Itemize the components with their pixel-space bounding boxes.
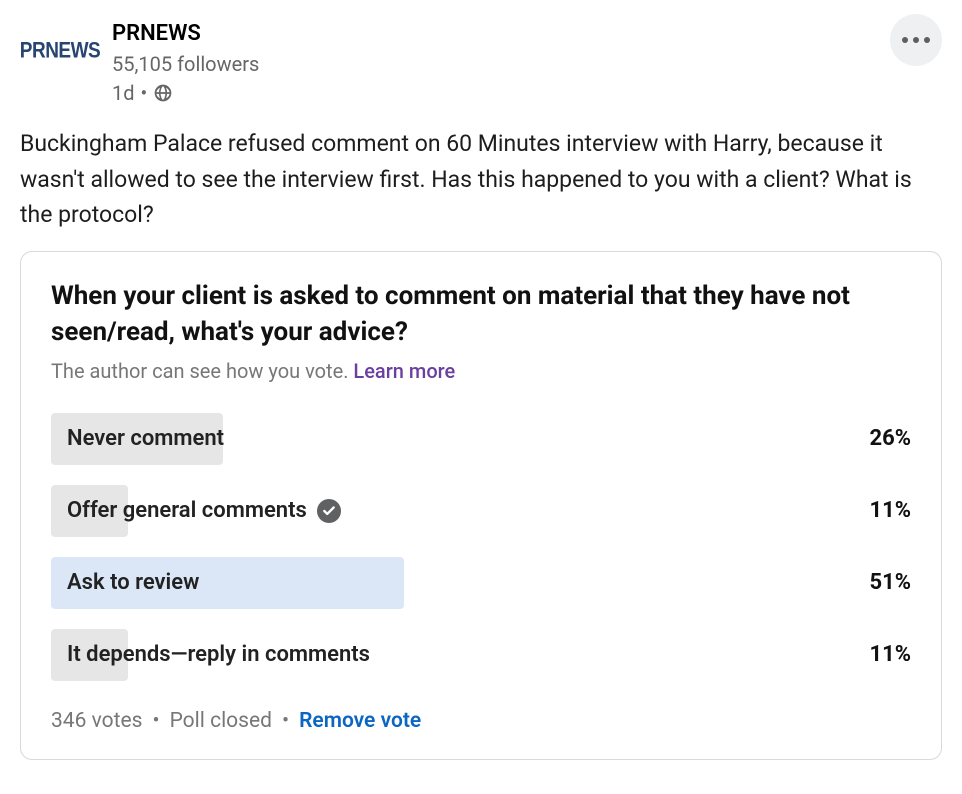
learn-more-link[interactable]: Learn more <box>353 359 455 383</box>
post-time: 1d <box>112 79 135 108</box>
author-block: PRNEWS 55,105 followers 1d • <box>112 18 942 108</box>
poll-option[interactable]: It depends—reply in comments 11% <box>51 629 911 681</box>
post-meta: 1d • <box>112 79 942 108</box>
more-options-button[interactable] <box>890 14 942 66</box>
post-container: PRNEWS PRNEWS 55,105 followers 1d • Buck… <box>0 0 962 780</box>
post-header: PRNEWS PRNEWS 55,105 followers 1d • <box>20 18 942 108</box>
meta-separator: • <box>141 79 148 108</box>
poll-option-label: It depends—reply in comments <box>51 642 370 667</box>
poll-option[interactable]: Offer general comments 11% <box>51 485 911 537</box>
poll-option-label: Offer general comments <box>51 498 341 523</box>
footer-separator: • <box>152 709 159 733</box>
author-logo-text: PRNEWS <box>20 39 100 64</box>
poll-option-percent: 51% <box>869 570 911 595</box>
post-body-text: Buckingham Palace refused comment on 60 … <box>20 126 942 233</box>
poll-option[interactable]: Ask to review 51% <box>51 557 911 609</box>
followers-count: 55,105 followers <box>112 50 942 79</box>
poll-visibility-note: The author can see how you vote. Learn m… <box>51 359 911 383</box>
poll-option-text: Offer general comments <box>67 498 307 523</box>
poll-card: When your client is asked to comment on … <box>20 251 942 760</box>
poll-option-label: Never comment <box>51 426 224 451</box>
author-name[interactable]: PRNEWS <box>112 18 942 50</box>
poll-option-text: Ask to review <box>67 570 199 595</box>
poll-options: Never comment 26% Offer general comments… <box>51 413 911 681</box>
author-logo[interactable]: PRNEWS <box>20 24 100 80</box>
poll-option[interactable]: Never comment 26% <box>51 413 911 465</box>
poll-option-text: It depends—reply in comments <box>67 642 370 667</box>
poll-note-text: The author can see how you vote. <box>51 359 353 383</box>
poll-option-label: Ask to review <box>51 570 199 595</box>
poll-status: Poll closed <box>170 709 272 733</box>
poll-option-percent: 11% <box>869 642 911 667</box>
poll-option-percent: 26% <box>869 426 911 451</box>
poll-footer: 346 votes • Poll closed • Remove vote <box>51 709 911 733</box>
checkmark-icon <box>317 499 341 523</box>
footer-separator: • <box>282 709 289 733</box>
globe-icon <box>153 83 173 103</box>
poll-votes: 346 votes <box>51 709 142 733</box>
poll-option-text: Never comment <box>67 426 224 451</box>
poll-question: When your client is asked to comment on … <box>51 278 911 351</box>
poll-option-percent: 11% <box>869 498 911 523</box>
remove-vote-link[interactable]: Remove vote <box>299 709 421 733</box>
